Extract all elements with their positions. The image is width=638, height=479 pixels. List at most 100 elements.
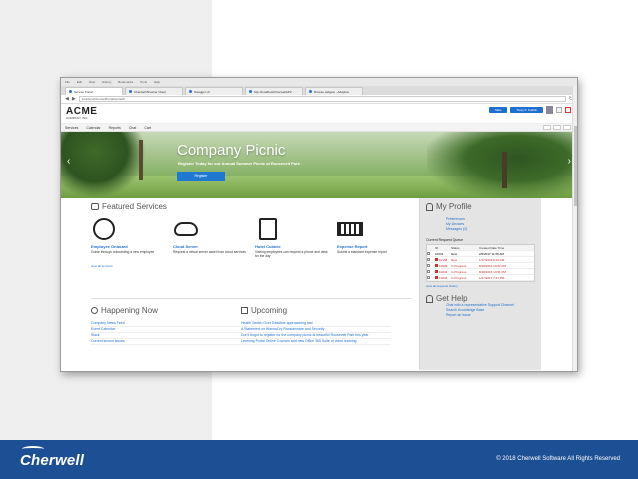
column-header[interactable]: ID bbox=[435, 246, 451, 250]
carousel-prev-icon[interactable]: ‹ bbox=[67, 156, 70, 167]
service-name[interactable]: Hotel Cubicle bbox=[255, 244, 329, 249]
service-card[interactable]: Expense Report Submit a standard expense… bbox=[337, 216, 411, 258]
request-id: 10035 bbox=[439, 263, 448, 268]
menu-help[interactable]: Help bbox=[154, 80, 160, 84]
help-icon bbox=[426, 294, 433, 303]
menu-edit[interactable]: Edit bbox=[77, 80, 82, 84]
search-controls bbox=[543, 125, 571, 130]
section-divider bbox=[91, 298, 411, 299]
avatar[interactable] bbox=[546, 106, 553, 114]
upcoming-heading: Upcoming bbox=[241, 306, 391, 315]
request-status: In Progress bbox=[451, 269, 467, 274]
browser-tab[interactable]: Swagger UI bbox=[185, 87, 243, 95]
calendar-icon bbox=[241, 307, 248, 314]
browser-tab[interactable]: Browse widgets - Adaptive bbox=[305, 87, 363, 95]
request-status: In Progress bbox=[451, 275, 467, 280]
address-bar: ◀ ▶ localhost/CherwellPortal/portal/# ↻ bbox=[61, 95, 577, 104]
notification-icon[interactable] bbox=[565, 107, 571, 113]
column-header[interactable]: Status bbox=[451, 246, 479, 250]
row-checkbox[interactable] bbox=[427, 263, 430, 267]
row-checkbox[interactable] bbox=[427, 257, 430, 261]
upcoming-section: Upcoming Health Switch Over Deadline app… bbox=[241, 306, 391, 345]
profile-links: Preferences My Devices Messages (2) bbox=[446, 217, 535, 232]
profile-sidebar: My Profile Preferences My Devices Messag… bbox=[419, 198, 541, 370]
browser-window: File Edit View History Bookmarks Tools H… bbox=[60, 77, 578, 372]
view-all-services-link[interactable]: view all services bbox=[91, 264, 419, 268]
request-status: In Progress bbox=[451, 263, 467, 268]
logo-text: Cherwell bbox=[20, 452, 85, 469]
service-card[interactable]: Employee Onboard Guide through onboardin… bbox=[91, 216, 165, 258]
list-item[interactable]: Current known issues bbox=[91, 339, 241, 345]
user-name-pill[interactable]: Tracy F. Kudish bbox=[510, 107, 543, 113]
phone-icon bbox=[255, 216, 281, 242]
browser-tab[interactable]: Service Portal bbox=[65, 87, 123, 95]
footer-bar: Cherwell © 2018 Cherwell Software All Ri… bbox=[0, 440, 638, 479]
menu-history[interactable]: History bbox=[102, 80, 111, 84]
trees-left-graphic bbox=[61, 132, 146, 198]
news-columns: Happening Now Company News Feed Event Ca… bbox=[91, 306, 411, 345]
section-title: Get Help bbox=[436, 294, 468, 303]
scrollbar-thumb[interactable] bbox=[574, 126, 577, 206]
slide: File Edit View History Bookmarks Tools H… bbox=[0, 0, 638, 479]
column-header[interactable]: Created Date Time bbox=[479, 246, 534, 250]
settings-icon[interactable] bbox=[556, 107, 562, 113]
vertical-scrollbar[interactable] bbox=[572, 86, 577, 371]
request-id: 10231 bbox=[435, 251, 444, 256]
search-button[interactable] bbox=[553, 125, 561, 130]
user-pill[interactable]: Mike bbox=[489, 107, 508, 113]
section-title: My Profile bbox=[436, 202, 472, 211]
tab-label: Service Portal bbox=[74, 89, 93, 94]
row-checkbox[interactable] bbox=[427, 275, 430, 279]
browser-tab[interactable]: http://localhost/CherwellAPI/... bbox=[245, 87, 303, 95]
service-card[interactable]: Cloud Server Request a virtual server as… bbox=[173, 216, 247, 258]
hero-subtitle: Register Today for our Annual Summer Pic… bbox=[178, 161, 300, 166]
service-description: Request a virtual server asset from clou… bbox=[173, 250, 246, 254]
carousel-next-icon[interactable]: › bbox=[568, 156, 571, 167]
menu-bookmarks[interactable]: Bookmarks bbox=[118, 80, 133, 84]
happening-list: Company News Feed Event Calendar Slack C… bbox=[91, 321, 241, 345]
request-id: 10158 bbox=[439, 257, 448, 262]
hero-banner: ‹ › Company Picnic Register Today for ou… bbox=[61, 132, 577, 198]
report-issue-link[interactable]: Report an issue bbox=[446, 313, 535, 318]
row-checkbox[interactable] bbox=[427, 251, 430, 255]
acme-logo[interactable]: ACME COMPANY, INC. bbox=[66, 106, 97, 120]
section-title: Featured Services bbox=[102, 202, 167, 211]
menu-file[interactable]: File bbox=[65, 80, 70, 84]
menu-view[interactable]: View bbox=[89, 80, 95, 84]
view-all-requests-link[interactable]: view all requests history bbox=[426, 284, 535, 288]
menu-calendar[interactable]: Calendar bbox=[86, 126, 100, 130]
app-header: ACME COMPANY, INC. Mike Tracy F. Kudish bbox=[61, 104, 577, 124]
user-controls: Mike Tracy F. Kudish bbox=[489, 106, 571, 114]
service-name[interactable]: Expense Report bbox=[337, 244, 411, 249]
back-icon[interactable]: ◀ bbox=[65, 96, 69, 102]
cloud-icon bbox=[173, 216, 199, 242]
featured-services-list: Employee Onboard Guide through onboardin… bbox=[91, 216, 419, 258]
request-id: 10034 bbox=[439, 269, 448, 274]
my-profile-heading: My Profile bbox=[426, 202, 535, 211]
service-name[interactable]: Cloud Server bbox=[173, 244, 247, 249]
go-button[interactable] bbox=[563, 125, 571, 130]
row-checkbox[interactable] bbox=[427, 269, 430, 273]
service-card[interactable]: Hotel Cubicle Visiting employees can req… bbox=[255, 216, 329, 258]
browser-tab[interactable]: Cherwell Browser Client bbox=[125, 87, 183, 95]
menu-tools[interactable]: Tools bbox=[140, 80, 147, 84]
service-description: Visiting employees can request a phone a… bbox=[255, 250, 328, 258]
url-input[interactable]: localhost/CherwellPortal/portal/# bbox=[78, 96, 566, 102]
list-item[interactable]: Learning Portal Online Courses add new O… bbox=[241, 339, 391, 345]
get-help-heading: Get Help bbox=[426, 294, 535, 303]
request-date: 2/6/2017 11:06 AM bbox=[479, 251, 504, 256]
tab-label: Swagger UI bbox=[194, 89, 210, 94]
messages-link[interactable]: Messages (2) bbox=[446, 227, 535, 232]
search-input[interactable] bbox=[543, 125, 551, 130]
menu-reports[interactable]: Reports bbox=[109, 126, 121, 130]
register-button[interactable]: Register bbox=[177, 172, 225, 181]
service-name[interactable]: Employee Onboard bbox=[91, 244, 165, 249]
happening-now-heading: Happening Now bbox=[91, 306, 241, 315]
menu-chat[interactable]: Chat bbox=[129, 126, 136, 130]
table-row[interactable]: 10033 In Progress 1/27/2017 7:47 PM bbox=[427, 275, 534, 281]
menu-cart[interactable]: Cart bbox=[144, 126, 151, 130]
request-queue-label: Current Request Queue bbox=[426, 238, 464, 242]
forward-icon[interactable]: ▶ bbox=[72, 96, 76, 102]
menu-services[interactable]: Services bbox=[65, 126, 78, 130]
request-queue-table: ID Status Created Date Time 10231 New 2/… bbox=[426, 244, 535, 282]
